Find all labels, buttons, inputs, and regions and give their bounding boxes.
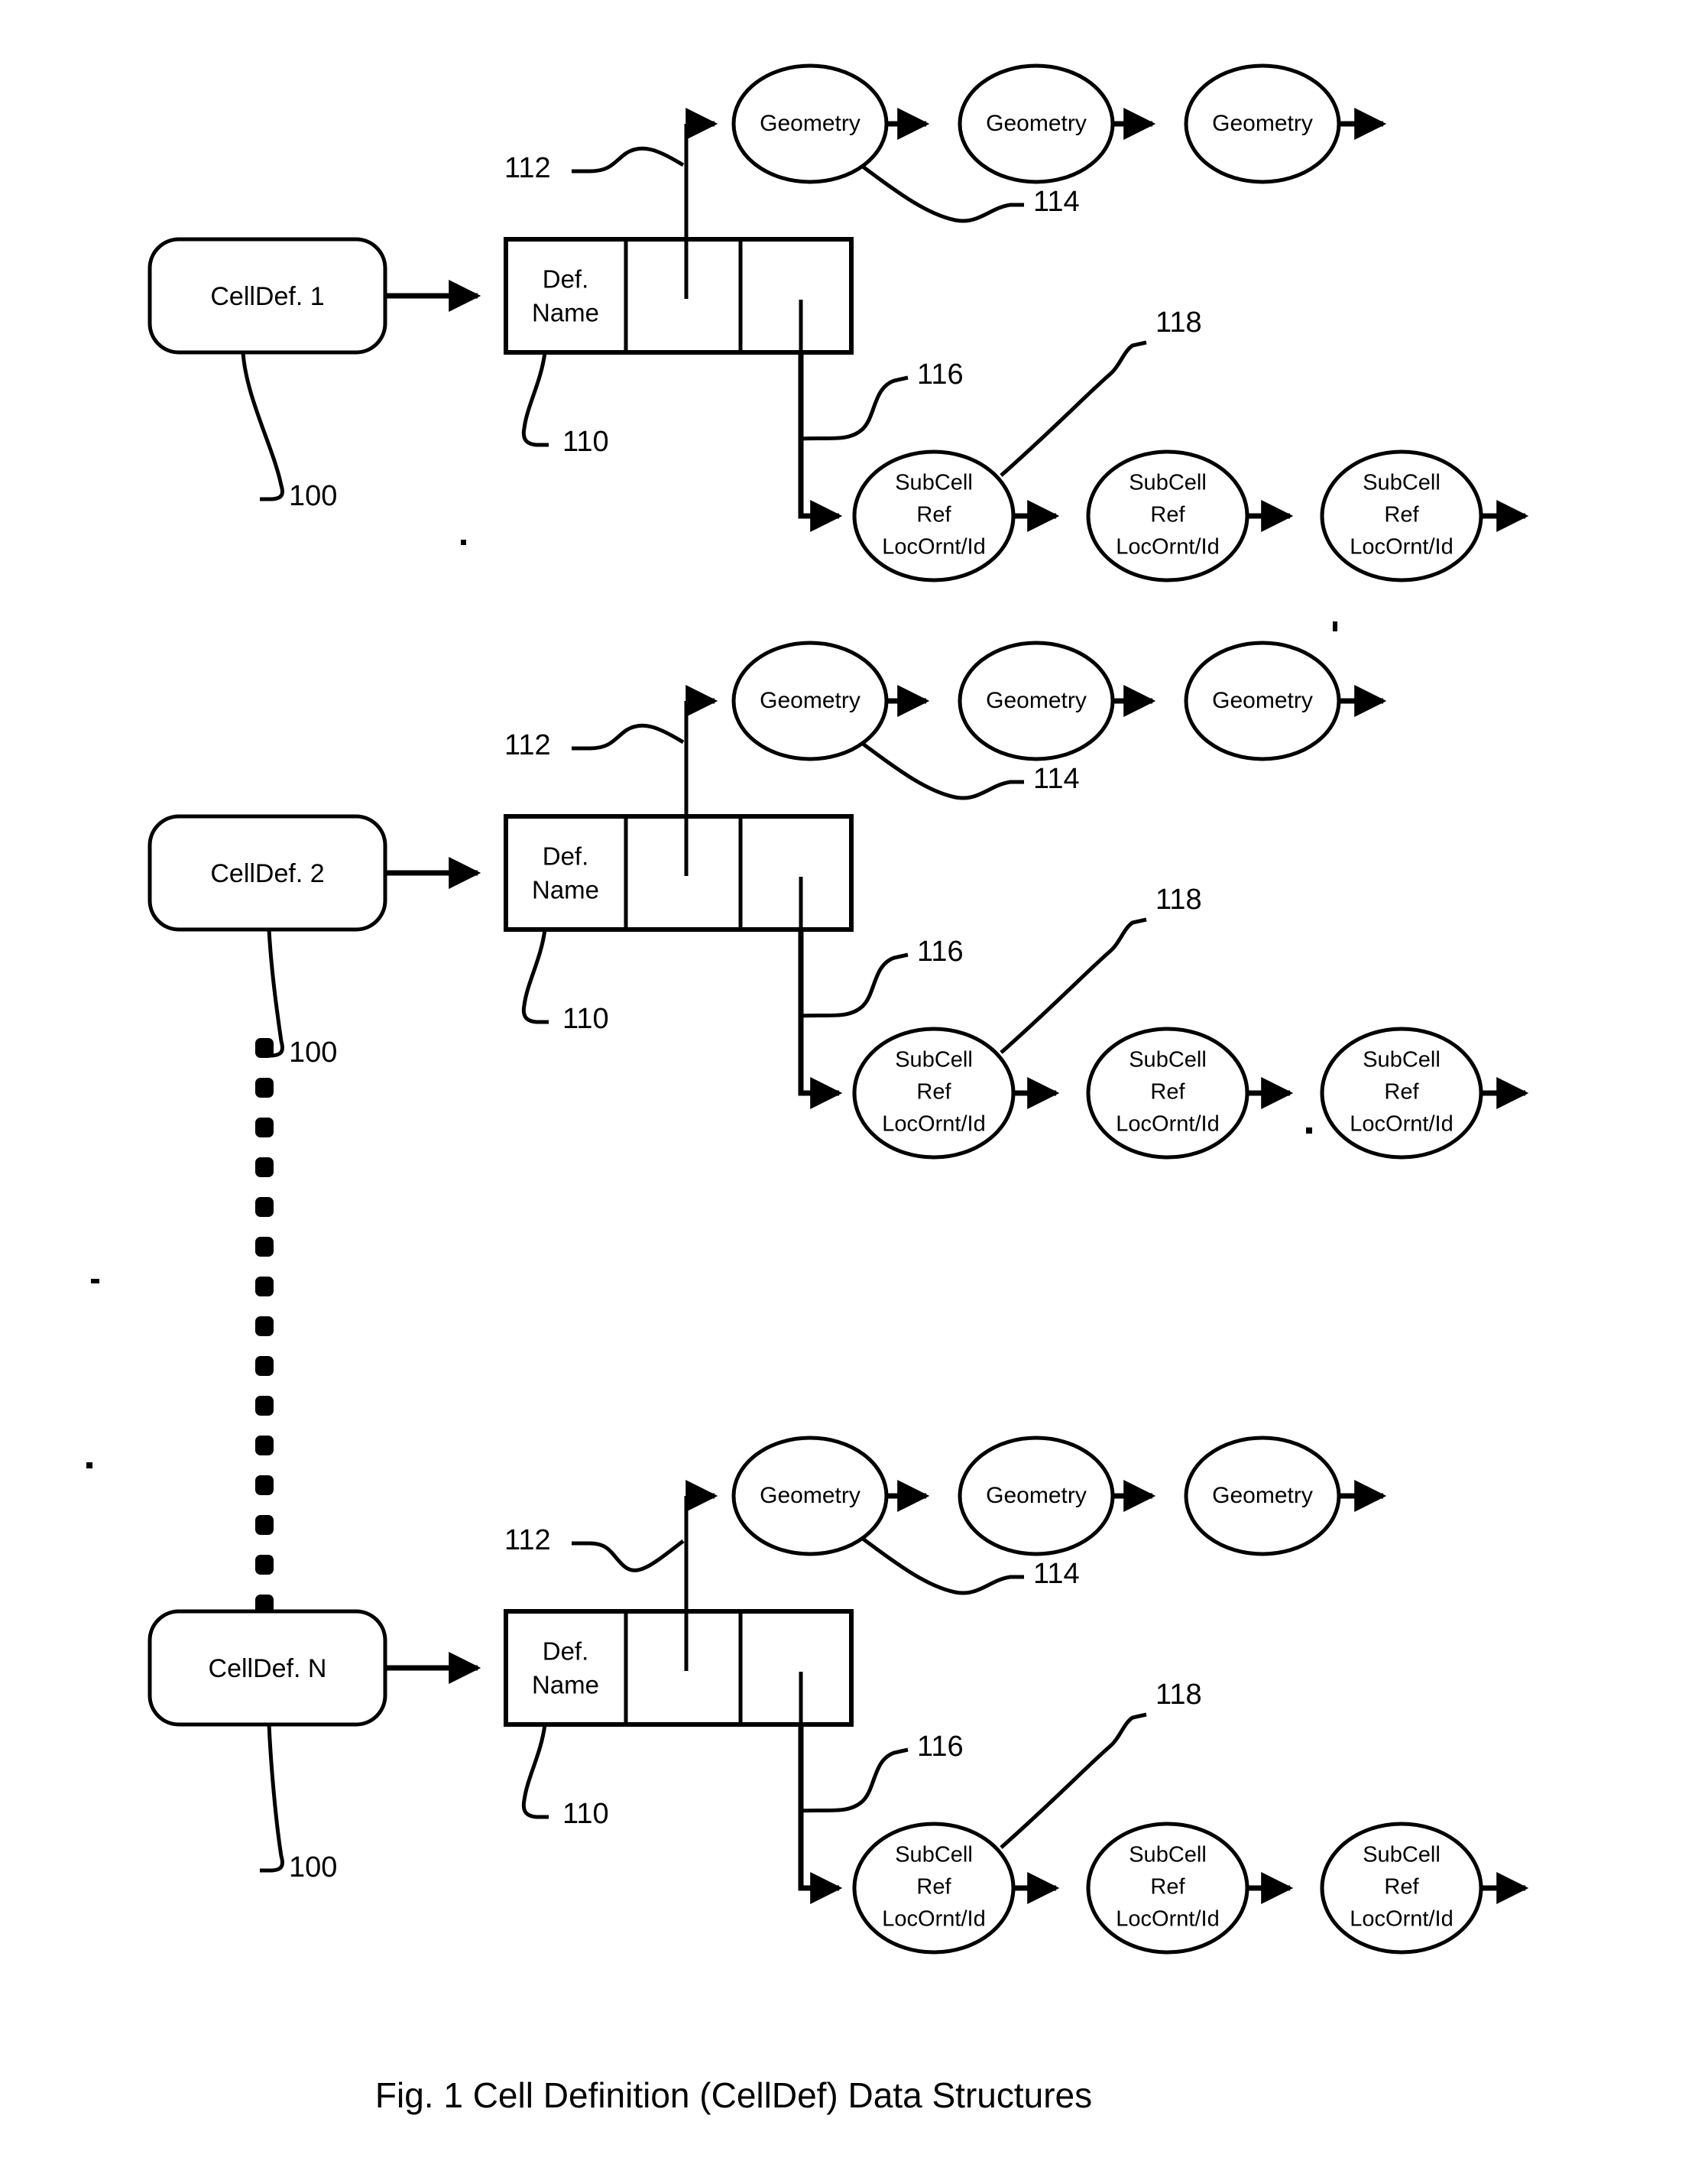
subcell-line-3: LocOrnt/Id: [1350, 535, 1453, 560]
subcell-line-2: Ref: [916, 1875, 951, 1900]
ref-numeral-112: 112: [504, 1524, 551, 1556]
subcell-node-3-1[interactable]: SubCell Ref LocOrnt/Id: [852, 1822, 1016, 1955]
subcell-line-3: LocOrnt/Id: [882, 1907, 985, 1932]
celldef-data-structures-diagram: CellDef. 1 100 Def. Name 110 112 Geometr…: [0, 0, 1708, 2164]
geometry-label: Geometry: [986, 111, 1087, 136]
ref-numeral-110: 110: [562, 426, 609, 458]
patent-figure: CellDef. 1 100 Def. Name 110 112 Geometr…: [0, 0, 1708, 2164]
geometry-label: Geometry: [760, 688, 860, 713]
subcell-line-3: LocOrnt/Id: [1116, 1112, 1219, 1137]
vertical-ellipsis-dots: [255, 1038, 274, 1614]
geometry-node-2-2[interactable]: Geometry: [958, 641, 1115, 761]
geometry-node-1-3[interactable]: Geometry: [1184, 63, 1341, 184]
subcell-line-1: SubCell: [895, 1048, 973, 1072]
geometry-label: Geometry: [986, 688, 1087, 713]
ref-numeral-114: 114: [1033, 186, 1080, 218]
ref-numeral-116: 116: [917, 1731, 964, 1763]
celldef-box-2[interactable]: CellDef. 2: [147, 814, 387, 932]
subcell-line-2: Ref: [1150, 1080, 1185, 1105]
celldef-label: CellDef. N: [209, 1654, 327, 1683]
subcell-line-3: LocOrnt/Id: [1116, 1907, 1219, 1932]
ref-numeral-114: 114: [1033, 763, 1080, 795]
ref-numeral-118: 118: [1155, 307, 1202, 339]
geometry-label: Geometry: [1212, 111, 1313, 136]
subcell-line-1: SubCell: [1129, 471, 1207, 495]
subcell-node-2-1[interactable]: SubCell Ref LocOrnt/Id: [852, 1027, 1016, 1160]
subcell-line-1: SubCell: [1129, 1843, 1207, 1867]
celldef-box-3[interactable]: CellDef. N: [147, 1609, 387, 1727]
geometry-node-1-1[interactable]: Geometry: [731, 63, 889, 184]
geometry-node-1-2[interactable]: Geometry: [958, 63, 1115, 184]
defname-line-1: Def.: [543, 265, 589, 294]
subcell-line-3: LocOrnt/Id: [1350, 1907, 1453, 1932]
subcell-node-3-2[interactable]: SubCell Ref LocOrnt/Id: [1086, 1822, 1249, 1955]
defname-line-1: Def.: [543, 842, 589, 871]
subcell-line-3: LocOrnt/Id: [882, 1112, 985, 1137]
geometry-label: Geometry: [760, 1483, 860, 1508]
ref-numeral-100: 100: [289, 1851, 337, 1883]
caption-label: Fig. 1 Cell Definition (CellDef) Data St…: [375, 2075, 1092, 2115]
geometry-node-2-1[interactable]: Geometry: [731, 641, 889, 761]
defname-line-2: Name: [532, 876, 599, 904]
geometry-node-3-2[interactable]: Geometry: [958, 1436, 1115, 1556]
geometry-node-3-3[interactable]: Geometry: [1184, 1436, 1341, 1556]
subcell-line-2: Ref: [1150, 503, 1185, 527]
geometry-label: Geometry: [1212, 688, 1313, 713]
ref-numeral-112: 112: [504, 729, 551, 761]
ref-numeral-100: 100: [289, 1037, 337, 1069]
subcell-line-1: SubCell: [1363, 471, 1441, 495]
subcell-line-1: SubCell: [1363, 1048, 1441, 1072]
subcell-node-1-1[interactable]: SubCell Ref LocOrnt/Id: [852, 449, 1016, 582]
subcell-node-1-2[interactable]: SubCell Ref LocOrnt/Id: [1086, 449, 1249, 582]
subcell-line-2: Ref: [916, 1080, 951, 1105]
subcell-line-1: SubCell: [895, 1843, 973, 1867]
geometry-label: Geometry: [986, 1483, 1087, 1508]
subcell-node-2-2[interactable]: SubCell Ref LocOrnt/Id: [1086, 1027, 1249, 1160]
figure-caption: Fig. 1 Cell Definition (CellDef) Data St…: [375, 2075, 1092, 2115]
ref-numeral-112: 112: [504, 152, 551, 184]
subcell-line-3: LocOrnt/Id: [1116, 535, 1219, 560]
subcell-line-2: Ref: [1150, 1875, 1185, 1900]
celldef-label: CellDef. 2: [210, 859, 324, 888]
subcell-line-1: SubCell: [1363, 1843, 1441, 1867]
ref-numeral-110: 110: [562, 1003, 609, 1035]
subcell-line-3: LocOrnt/Id: [1350, 1112, 1453, 1137]
geometry-label: Geometry: [1212, 1483, 1313, 1508]
ref-numeral-118: 118: [1155, 1679, 1202, 1711]
subcell-line-2: Ref: [1384, 1080, 1419, 1105]
geometry-node-2-3[interactable]: Geometry: [1184, 641, 1341, 761]
subcell-node-1-3[interactable]: SubCell Ref LocOrnt/Id: [1320, 449, 1483, 582]
subcell-line-1: SubCell: [1129, 1048, 1207, 1072]
subcell-line-2: Ref: [916, 503, 951, 527]
defname-line-2: Name: [532, 299, 599, 327]
defname-line-1: Def.: [543, 1637, 589, 1666]
ref-numeral-100: 100: [289, 480, 337, 512]
geometry-label: Geometry: [760, 111, 860, 136]
subcell-line-2: Ref: [1384, 503, 1419, 527]
subcell-node-2-3[interactable]: SubCell Ref LocOrnt/Id: [1320, 1027, 1483, 1160]
defname-line-2: Name: [532, 1671, 599, 1699]
geometry-node-3-1[interactable]: Geometry: [731, 1436, 889, 1556]
subcell-line-1: SubCell: [895, 471, 973, 495]
celldef-box-1[interactable]: CellDef. 1: [147, 237, 387, 355]
celldef-label: CellDef. 1: [210, 282, 324, 311]
subcell-line-2: Ref: [1384, 1875, 1419, 1900]
subcell-line-3: LocOrnt/Id: [882, 535, 985, 560]
ref-numeral-116: 116: [917, 936, 964, 968]
ref-numeral-116: 116: [917, 359, 964, 391]
ref-numeral-118: 118: [1155, 884, 1202, 916]
ref-numeral-114: 114: [1033, 1558, 1080, 1590]
ref-numeral-110: 110: [562, 1798, 609, 1830]
subcell-node-3-3[interactable]: SubCell Ref LocOrnt/Id: [1320, 1822, 1483, 1955]
